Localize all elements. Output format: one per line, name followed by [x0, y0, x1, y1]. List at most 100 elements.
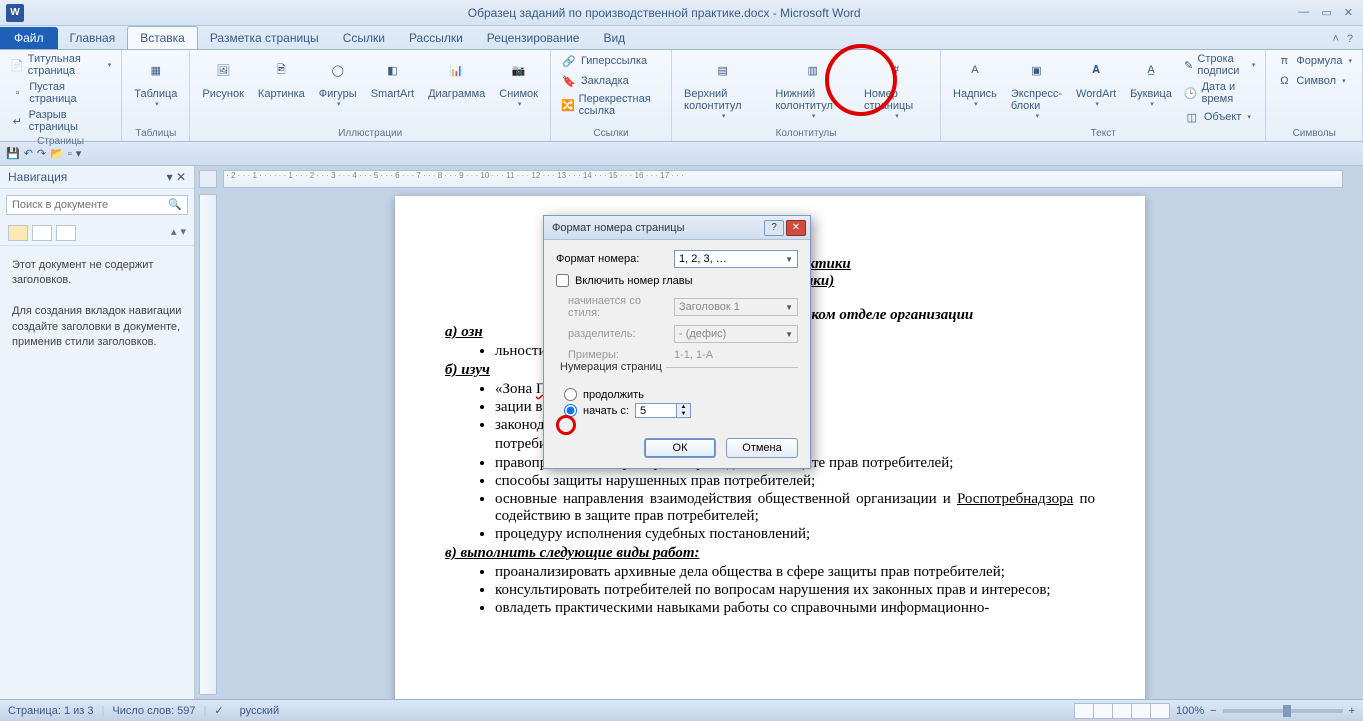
datetime-button[interactable]: 🕒Дата и время: [1180, 80, 1260, 106]
object-button[interactable]: ◫Объект: [1180, 108, 1260, 126]
view-outline[interactable]: [1131, 703, 1151, 719]
continue-radio[interactable]: [564, 388, 577, 401]
qat-undo-icon[interactable]: ↶: [24, 147, 33, 160]
qat-redo-icon[interactable]: ↷: [37, 147, 46, 160]
tab-references[interactable]: Ссылки: [331, 27, 397, 49]
view-web[interactable]: [1112, 703, 1132, 719]
nav-tab-headings[interactable]: [8, 225, 28, 241]
clipart-button[interactable]: 🖻Картинка: [252, 52, 311, 102]
start-at-input[interactable]: [636, 404, 676, 417]
crossref-button[interactable]: 🔀Перекрестная ссылка: [557, 92, 665, 118]
ruler-corner[interactable]: [199, 170, 217, 188]
tab-home[interactable]: Главная: [58, 27, 128, 49]
start-at-radio[interactable]: [564, 404, 577, 417]
qat-new-icon[interactable]: ▫: [68, 148, 72, 160]
cover-page-button[interactable]: 📄Титульная страница: [6, 52, 115, 78]
shapes-button[interactable]: ◯Фигуры: [313, 52, 363, 110]
status-words[interactable]: Число слов: 597: [112, 705, 195, 717]
dropcap-icon: A̲: [1135, 54, 1167, 86]
start-at-spinner[interactable]: ▲▼: [635, 403, 691, 418]
screenshot-icon: 📷: [503, 54, 535, 86]
window-title: Образец заданий по производственной прак…: [30, 6, 1298, 20]
maximize-button[interactable]: ▭: [1321, 6, 1331, 19]
proofing-icon[interactable]: ✓: [214, 704, 223, 717]
equation-button[interactable]: πФормула: [1272, 52, 1356, 70]
status-bar: Страница: 1 из 3 | Число слов: 597 | ✓ р…: [0, 699, 1363, 721]
tab-view[interactable]: Вид: [591, 27, 637, 49]
chart-button[interactable]: 📊Диаграмма: [422, 52, 491, 102]
tab-review[interactable]: Рецензирование: [475, 27, 592, 49]
status-zoom[interactable]: 100%: [1176, 705, 1204, 717]
dropcap-button[interactable]: A̲Буквица: [1124, 52, 1178, 110]
search-icon[interactable]: 🔍: [168, 198, 182, 211]
blank-page-button[interactable]: ▫Пустая страница: [6, 80, 115, 106]
nav-empty-msg1: Этот документ не содержит заголовков.: [12, 258, 182, 289]
cancel-button[interactable]: Отмена: [726, 438, 798, 458]
close-button[interactable]: ✕: [1344, 6, 1353, 19]
blank-page-icon: ▫: [10, 85, 25, 101]
view-buttons: [1075, 703, 1170, 719]
zoom-in-button[interactable]: +: [1349, 705, 1355, 717]
numbering-fieldset-label: Нумерация страниц: [556, 361, 666, 373]
status-page[interactable]: Страница: 1 из 3: [8, 705, 94, 717]
minimize-button[interactable]: ―: [1298, 6, 1309, 19]
wordart-button[interactable]: 𝐀WordArt: [1070, 52, 1122, 110]
table-button[interactable]: ▦Таблица: [128, 52, 183, 110]
tab-mailings[interactable]: Рассылки: [397, 27, 475, 49]
symbol-icon: Ω: [1276, 73, 1292, 89]
hyperlink-button[interactable]: 🔗Гиперссылка: [557, 52, 665, 70]
dialog-close-button[interactable]: ✕: [786, 220, 806, 236]
page-break-button[interactable]: ↵Разрыв страницы: [6, 108, 115, 134]
view-print-layout[interactable]: [1074, 703, 1094, 719]
tab-file[interactable]: Файл: [0, 27, 58, 49]
nav-close-icon[interactable]: ✕: [176, 170, 186, 184]
nav-tab-results[interactable]: [56, 225, 76, 241]
screenshot-button[interactable]: 📷Снимок: [493, 52, 544, 110]
zoom-slider[interactable]: [1223, 709, 1343, 713]
start-at-label: начать с:: [583, 405, 629, 417]
smartart-icon: ◧: [376, 54, 408, 86]
view-draft[interactable]: [1150, 703, 1170, 719]
qat-dropdown-icon[interactable]: ▾: [76, 147, 82, 160]
group-illustrations: Иллюстрации: [196, 126, 544, 141]
group-symbols: Символы: [1272, 126, 1356, 141]
footer-button[interactable]: ▥Нижний колонтитул: [769, 52, 856, 122]
starts-style-label: начинается со стиля:: [556, 295, 666, 319]
ok-button[interactable]: ОК: [644, 438, 716, 458]
tab-page-layout[interactable]: Разметка страницы: [198, 27, 331, 49]
nav-tabs-next-icon[interactable]: ▾: [180, 225, 186, 241]
spin-down-icon[interactable]: ▼: [676, 411, 690, 418]
help-icon[interactable]: ?: [1347, 33, 1353, 45]
chart-icon: 📊: [441, 54, 473, 86]
ribbon-minimize-icon[interactable]: ˄: [1332, 33, 1338, 45]
zoom-out-button[interactable]: −: [1210, 705, 1216, 717]
nav-tab-pages[interactable]: [32, 225, 52, 241]
symbol-button[interactable]: ΩСимвол: [1272, 72, 1356, 90]
header-button[interactable]: ▤Верхний колонтитул: [678, 52, 767, 122]
nav-search-input[interactable]: [6, 195, 188, 215]
smartart-button[interactable]: ◧SmartArt: [365, 52, 420, 102]
textbox-icon: A: [959, 54, 991, 86]
tab-insert[interactable]: Вставка: [127, 26, 198, 49]
nav-tabs-prev-icon[interactable]: ▴: [171, 225, 177, 241]
bookmark-button[interactable]: 🔖Закладка: [557, 72, 665, 90]
navigation-pane: Навигация ▾ ✕ 🔍 ▴ ▾ Этот документ не сод…: [0, 166, 195, 699]
number-format-select[interactable]: 1, 2, 3, …▼: [674, 250, 798, 268]
view-fullscreen[interactable]: [1093, 703, 1113, 719]
page-number-button[interactable]: #Номер страницы: [858, 52, 934, 122]
dialog-help-button[interactable]: ?: [764, 220, 784, 236]
qat-open-icon[interactable]: 📂: [50, 147, 64, 160]
horizontal-ruler[interactable]: · 2 · · · 1 · · · · · · 1 · · · 2 · · · …: [223, 170, 1343, 188]
group-text: Текст: [947, 126, 1259, 141]
sigline-button[interactable]: ✎Строка подписи: [1180, 52, 1260, 78]
qat-save-icon[interactable]: 💾: [6, 147, 20, 160]
nav-empty-msg2: Для создания вкладок навигации создайте …: [12, 304, 182, 350]
quickparts-button[interactable]: ▣Экспресс-блоки: [1005, 52, 1068, 122]
datetime-icon: 🕒: [1184, 85, 1198, 101]
vertical-ruler[interactable]: [199, 194, 217, 695]
textbox-button[interactable]: AНадпись: [947, 52, 1003, 110]
status-language[interactable]: русский: [240, 705, 279, 717]
include-chapter-checkbox[interactable]: [556, 274, 569, 287]
picture-button[interactable]: 🖼Рисунок: [196, 52, 250, 102]
nav-dropdown-icon[interactable]: ▾: [167, 170, 173, 184]
